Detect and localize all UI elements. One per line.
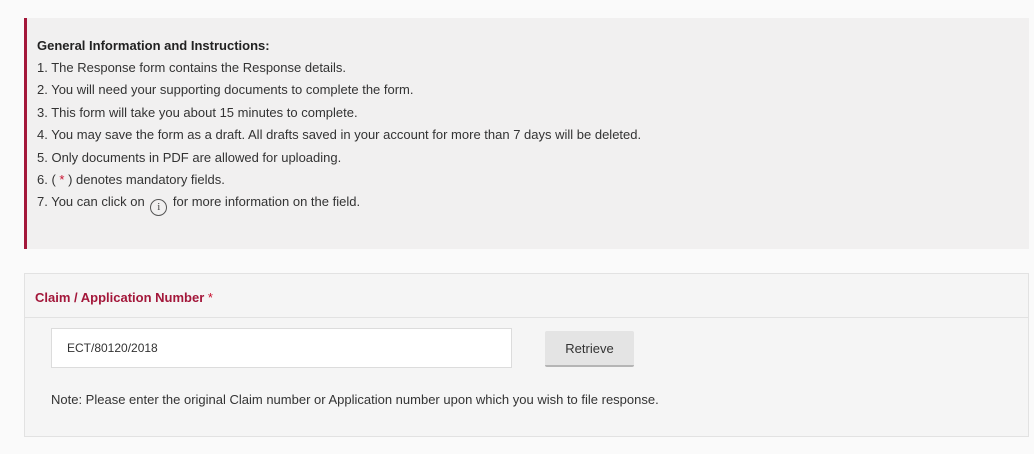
retrieve-button[interactable]: Retrieve: [545, 331, 634, 367]
instruction-item7-suffix: for more information on the field.: [169, 194, 361, 210]
claim-panel: Claim / Application Number * Retrieve No…: [24, 273, 1029, 437]
instructions-panel: General Information and Instructions: 1.…: [24, 18, 1029, 249]
instruction-item: 5. Only documents in PDF are allowed for…: [37, 149, 342, 165]
claim-number-input[interactable]: [51, 328, 512, 368]
instruction-item: 4. You may save the form as a draft. All…: [37, 127, 642, 143]
instruction-item7-prefix: 7. You can click on: [37, 194, 149, 210]
claim-header: Claim / Application Number *: [25, 274, 1028, 318]
info-icon: i: [150, 199, 168, 217]
required-asterisk: *: [207, 290, 213, 305]
instruction-item6-suffix: ) denotes mandatory fields.: [64, 171, 225, 187]
instruction-item6-prefix: 6. (: [37, 171, 60, 187]
instruction-item: 3. This form will take you about 15 minu…: [37, 104, 358, 120]
instruction-item-info: 7. You can click on i for more informati…: [37, 193, 1029, 217]
instruction-item: 2. You will need your supporting documen…: [37, 82, 414, 98]
claim-note: Note: Please enter the original Claim nu…: [51, 392, 659, 407]
instruction-item: 1. The Response form contains the Respon…: [37, 60, 347, 75]
instructions-title: General Information and Instructions:: [37, 38, 270, 53]
instruction-item-mandatory: 6. ( * ) denotes mandatory fields.: [37, 171, 1029, 188]
claim-label: Claim / Application Number: [35, 290, 205, 305]
